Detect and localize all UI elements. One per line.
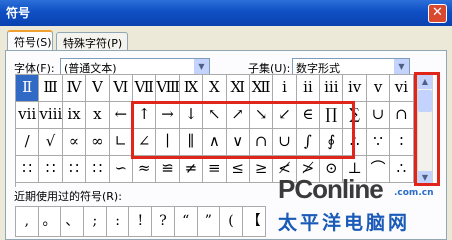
symbol-cell[interactable]: ≡ <box>203 156 227 183</box>
symbol-cell[interactable]: ⅸ <box>62 102 87 129</box>
symbol-cell[interactable]: ∶ <box>390 129 414 156</box>
recent-symbol-cell[interactable]: ? <box>152 207 175 237</box>
symbol-dialog: 符号 ✕ 符号(S) 特殊字符(P) 字体(F): (普通文本) ▼ 子集(U)… <box>0 0 452 240</box>
recent-symbols-grid: ,。、;:!? “”(【 <box>15 206 266 237</box>
recent-symbol-cell[interactable]: : <box>106 207 130 237</box>
symbol-cell[interactable]: ∵ <box>366 129 391 156</box>
symbol-cell[interactable]: ≌ <box>156 156 180 183</box>
recent-symbol-cell[interactable]: ! <box>129 207 153 237</box>
symbol-cell[interactable]: ← <box>109 102 133 129</box>
symbol-cell[interactable]: Ⅲ <box>39 75 63 102</box>
symbol-cell[interactable]: ∷ <box>62 156 87 183</box>
symbol-cell[interactable]: Ⅳ <box>62 75 87 102</box>
symbol-cell[interactable]: ⅳ <box>343 75 367 102</box>
recent-symbol-cell[interactable]: ” <box>197 207 221 237</box>
symbol-cell[interactable]: Ⅴ <box>86 75 110 102</box>
symbol-cell[interactable]: ≤ <box>226 156 250 183</box>
recent-symbol-cell[interactable]: “ <box>174 207 198 237</box>
symbol-cell[interactable]: ∽ <box>109 156 133 183</box>
symbol-cell[interactable]: / <box>16 129 40 156</box>
symbol-cell[interactable]: ⅷ <box>39 102 63 129</box>
subset-select[interactable]: 数字形式 ▼ <box>292 58 410 75</box>
symbol-cell[interactable]: ⅶ <box>16 102 40 129</box>
watermark-domain: .com.cn <box>394 188 434 198</box>
symbol-cell[interactable]: ≈ <box>132 156 157 183</box>
title-bar: 符号 ✕ <box>0 0 452 26</box>
symbol-cell[interactable]: ∷ <box>86 156 110 183</box>
recent-symbol-cell[interactable]: , <box>16 207 39 237</box>
symbol-cell[interactable]: Ⅺ <box>226 75 250 102</box>
symbol-cell[interactable]: Ⅻ <box>249 75 274 102</box>
symbol-cell[interactable]: ⅰ <box>273 75 297 102</box>
symbol-cell[interactable]: ∷ <box>39 156 63 183</box>
symbol-cell[interactable]: Ⅹ <box>203 75 227 102</box>
recent-symbols-label: 近期使用过的符号(R): <box>14 190 122 203</box>
symbol-cell[interactable]: Ⅵ <box>109 75 133 102</box>
symbol-cell[interactable]: Ⅶ <box>132 75 157 102</box>
tab-symbols[interactable]: 符号(S) <box>7 30 53 50</box>
symbol-cell[interactable]: ≠ <box>179 156 204 183</box>
symbol-cell[interactable]: √ <box>39 129 63 156</box>
symbol-cell[interactable]: ⅲ <box>320 75 344 102</box>
symbol-cell[interactable]: ∷ <box>16 156 40 183</box>
symbol-cell[interactable]: ∟ <box>109 129 133 156</box>
recent-symbol-cell[interactable]: ; <box>84 207 107 237</box>
symbol-cell[interactable]: ⅹ <box>86 102 110 129</box>
symbol-cell[interactable]: ⅴ <box>366 75 391 102</box>
recent-symbol-cell[interactable]: 【 <box>242 207 266 237</box>
symbol-cell[interactable]: ⅵ <box>390 75 414 102</box>
highlight-box-arrows <box>131 101 355 159</box>
recent-symbol-cell[interactable]: 。 <box>38 207 62 237</box>
font-select[interactable]: (普通文本) ▼ <box>60 58 210 75</box>
pconline-watermark: PConline .com.cn 太平洋电脑网 <box>270 168 452 240</box>
symbol-cell[interactable]: Ⅱ <box>16 75 40 102</box>
symbol-cell[interactable]: ∞ <box>86 129 110 156</box>
recent-symbol-cell[interactable]: ( <box>220 207 243 237</box>
symbol-cell[interactable]: Ⅷ <box>156 75 180 102</box>
symbol-cell[interactable]: ∪ <box>366 102 391 129</box>
close-button[interactable]: ✕ <box>428 4 447 23</box>
symbol-cell[interactable]: ⅱ <box>296 75 321 102</box>
chevron-down-icon: ▼ <box>394 59 409 74</box>
chevron-down-icon: ▼ <box>194 59 209 74</box>
symbol-cell[interactable]: ∝ <box>62 129 87 156</box>
watermark-brand: PConline <box>278 174 384 204</box>
watermark-name: 太平洋电脑网 <box>278 212 411 234</box>
symbol-cell[interactable]: Ⅸ <box>179 75 204 102</box>
window-title: 符号 <box>6 6 31 20</box>
symbol-cell[interactable]: ∩ <box>390 102 414 129</box>
recent-symbol-cell[interactable]: 、 <box>61 207 85 237</box>
tab-special-characters[interactable]: 特殊字符(P) <box>56 32 128 50</box>
